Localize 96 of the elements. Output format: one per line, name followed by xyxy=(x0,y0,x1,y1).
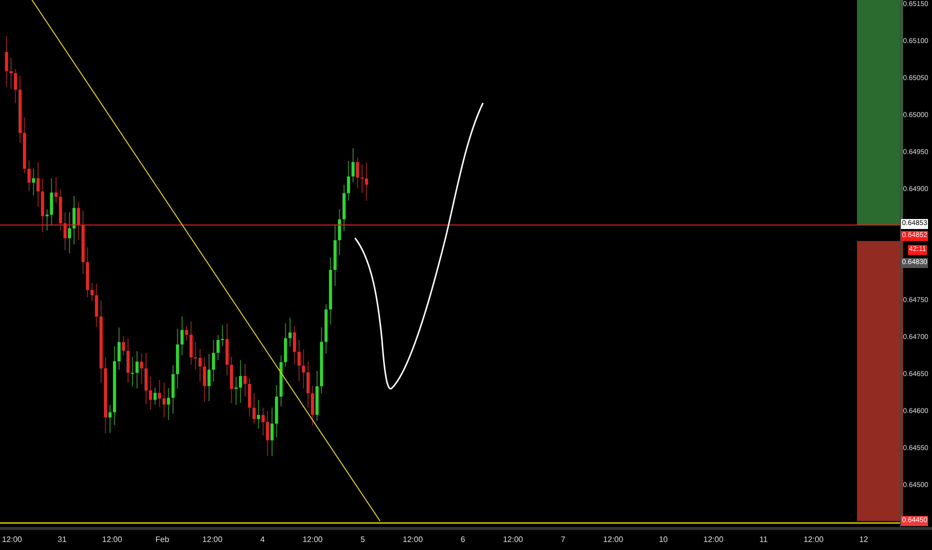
candle xyxy=(221,324,224,346)
candle xyxy=(5,36,8,88)
candle xyxy=(36,162,40,208)
candle xyxy=(180,316,184,356)
time-label: 31 xyxy=(58,535,67,545)
candle xyxy=(86,246,89,298)
candle xyxy=(144,352,148,404)
time-label: 12:00 xyxy=(402,535,423,545)
time-label: Feb xyxy=(155,535,170,545)
time-label: 12:00 xyxy=(502,535,524,545)
candle xyxy=(338,208,341,256)
candle xyxy=(356,157,359,189)
candle xyxy=(108,404,112,434)
candle xyxy=(239,360,242,404)
time-label: 4 xyxy=(260,535,265,545)
candle xyxy=(172,365,174,414)
candle xyxy=(46,209,48,231)
time-label: 12 xyxy=(859,535,868,545)
candle xyxy=(198,348,202,382)
candle xyxy=(212,340,215,382)
time-label: 12:00 xyxy=(2,535,22,545)
candle xyxy=(122,336,125,356)
candle xyxy=(257,400,260,429)
candle xyxy=(298,340,300,382)
candle xyxy=(252,392,256,424)
candle xyxy=(54,176,58,204)
candle xyxy=(77,201,80,241)
candle xyxy=(10,58,12,90)
candle xyxy=(194,341,197,370)
candle xyxy=(365,162,368,201)
candle xyxy=(50,178,53,226)
candle xyxy=(302,349,305,389)
candle xyxy=(167,388,170,420)
candle xyxy=(190,320,192,365)
candle xyxy=(334,224,336,286)
candle xyxy=(244,363,246,397)
time-label: 11 xyxy=(759,535,768,545)
candle xyxy=(64,212,66,250)
candle xyxy=(185,326,188,341)
candle xyxy=(154,388,156,405)
time-label: 12:00 xyxy=(603,535,624,545)
candle xyxy=(284,323,287,368)
candle xyxy=(149,376,152,410)
time-label: 5 xyxy=(360,535,365,545)
time-label: 12:00 xyxy=(102,535,122,545)
candle xyxy=(352,148,354,183)
candle xyxy=(342,184,346,232)
candle xyxy=(162,382,166,418)
candle xyxy=(14,68,17,104)
candle xyxy=(216,334,220,360)
candle xyxy=(226,323,228,376)
candle xyxy=(320,327,323,394)
candle xyxy=(275,384,278,438)
candle xyxy=(311,386,314,426)
candle xyxy=(203,356,206,402)
candle xyxy=(28,160,30,192)
candle xyxy=(306,361,310,408)
candle xyxy=(347,160,350,201)
candle xyxy=(59,188,62,231)
time-label: 12:00 xyxy=(202,535,222,545)
candle xyxy=(18,76,22,143)
candle xyxy=(90,282,94,302)
time-label: 12:00 xyxy=(804,535,824,545)
candle xyxy=(176,328,179,389)
candle xyxy=(68,212,71,254)
candle xyxy=(270,407,274,456)
candle xyxy=(136,350,138,389)
candle xyxy=(140,353,143,384)
candle xyxy=(72,196,76,245)
candle xyxy=(262,407,264,436)
candle xyxy=(293,326,296,365)
time-label: 12:00 xyxy=(703,535,724,545)
time-label: 12:00 xyxy=(302,535,323,545)
time-label: 7 xyxy=(560,535,566,545)
candle xyxy=(41,178,44,232)
candle xyxy=(248,378,251,417)
candle xyxy=(32,168,35,196)
candle xyxy=(158,380,161,408)
candle xyxy=(266,410,269,456)
time-label: 6 xyxy=(460,535,466,545)
candle xyxy=(316,370,318,422)
candle xyxy=(131,356,134,387)
candle xyxy=(329,257,332,325)
candle xyxy=(234,376,238,406)
candle xyxy=(95,283,98,328)
candle xyxy=(360,164,364,194)
candle xyxy=(126,338,130,383)
candle xyxy=(118,327,120,370)
candle xyxy=(324,304,328,354)
candle xyxy=(82,210,84,274)
candle xyxy=(280,355,282,407)
candle xyxy=(230,356,233,404)
time-label: 10 xyxy=(658,535,668,545)
candle xyxy=(208,354,210,402)
candle xyxy=(23,117,26,174)
candle xyxy=(288,317,292,347)
